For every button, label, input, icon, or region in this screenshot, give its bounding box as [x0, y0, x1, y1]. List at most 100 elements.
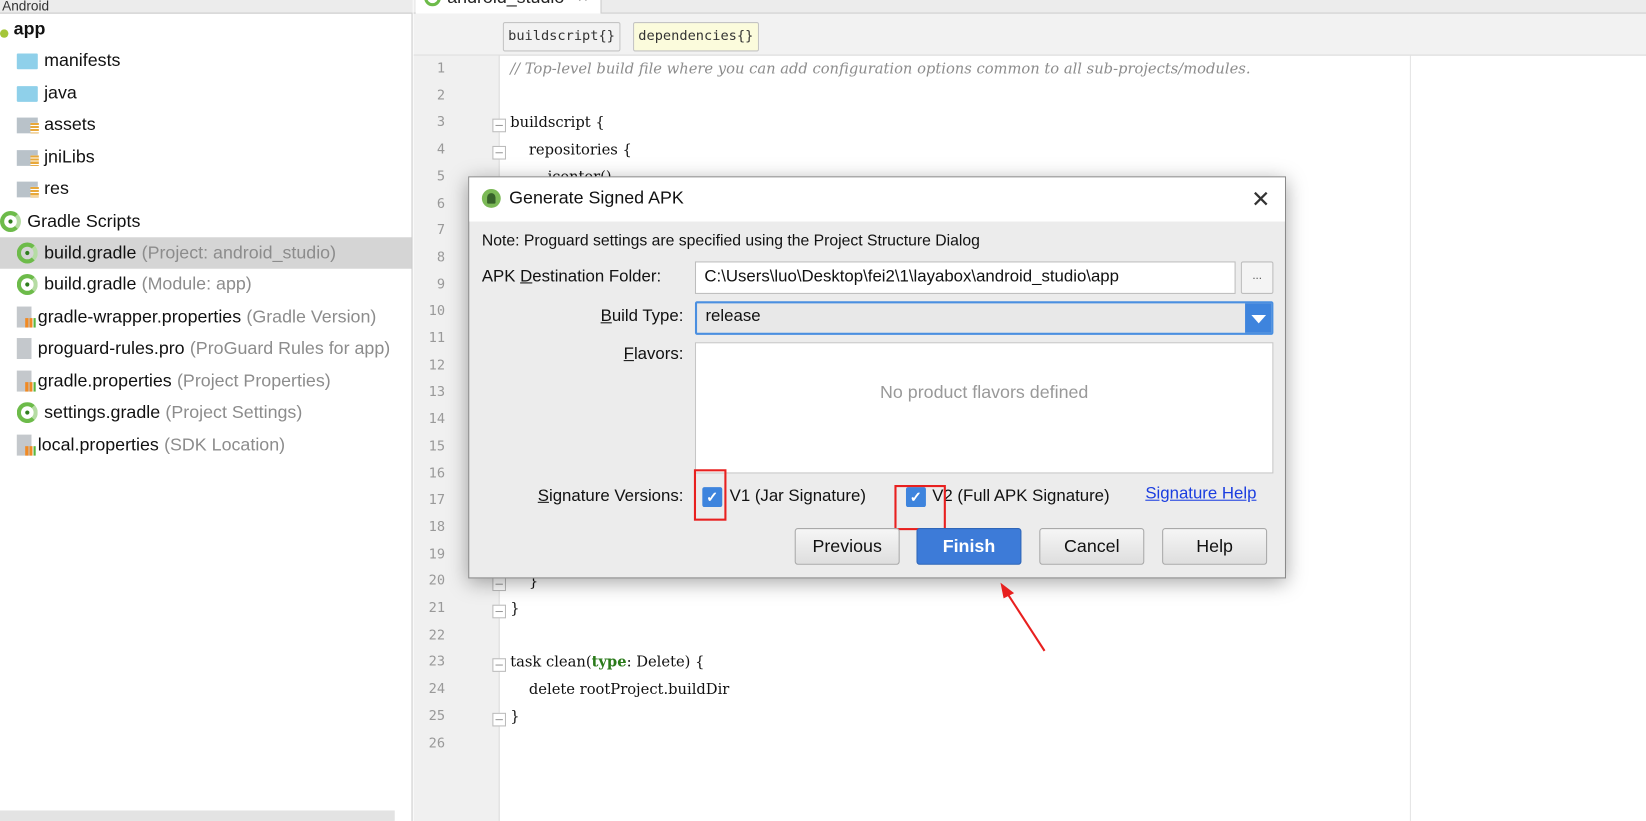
- flavors-label: Flavors:: [623, 345, 684, 364]
- gradle-icon: [16, 273, 38, 295]
- browse-button[interactable]: ...: [1240, 261, 1274, 294]
- project-tree-panel: Android app manifests java assets jniLibs res…: [0, 0, 413, 821]
- v2-label[interactable]: V2 (Full APK Signature): [932, 487, 1109, 506]
- breadcrumb-buildscript[interactable]: buildscript{}: [502, 22, 621, 52]
- tree-item[interactable]: jniLibs: [0, 142, 412, 173]
- tree-item-label: gradle-wrapper.properties: [37, 306, 242, 327]
- breadcrumb-dependencies[interactable]: dependencies{}: [633, 22, 759, 52]
- fold-icon[interactable]: [492, 712, 507, 727]
- tree-item[interactable]: res: [0, 173, 412, 204]
- line-number: 10: [428, 303, 446, 320]
- tree-item[interactable]: local.properties (SDK Location): [0, 429, 412, 460]
- line-number: 4: [436, 141, 446, 158]
- gradle-icon: [16, 242, 38, 264]
- project-view-title[interactable]: Android: [2, 0, 49, 14]
- tree-item-label: jniLibs: [44, 146, 95, 167]
- tree-item-label: manifests: [44, 50, 121, 71]
- fold-icon[interactable]: [492, 119, 507, 133]
- code-line[interactable]: delete rootProject.buildDir: [510, 681, 729, 698]
- line-number: 23: [428, 654, 446, 671]
- tree-item[interactable]: java: [0, 78, 412, 109]
- tree-item-hint: (Module: app): [141, 273, 252, 294]
- flavors-empty-text: No product flavors defined: [880, 382, 1089, 403]
- tree-item-label: app: [13, 18, 46, 39]
- code-line[interactable]: buildscript {: [510, 115, 605, 132]
- tree-item[interactable]: gradle-wrapper.properties (Gradle Version…: [0, 301, 412, 332]
- line-number: 9: [436, 276, 446, 293]
- signature-help-link[interactable]: Signature Help: [1145, 485, 1256, 504]
- build-type-label: Build Type:: [600, 307, 684, 326]
- dialog-title-bar: Generate Signed APK ✕: [469, 177, 1285, 222]
- v1-label[interactable]: V1 (Jar Signature): [730, 487, 866, 506]
- close-icon[interactable]: ✕: [1248, 186, 1273, 212]
- code-line[interactable]: // Top-level build file where you can ad…: [510, 61, 1250, 78]
- right-margin-guide: [1409, 55, 1411, 821]
- line-number: 19: [428, 546, 446, 563]
- code-line[interactable]: }: [510, 708, 519, 725]
- breadcrumb: buildscript{} dependencies{}: [413, 13, 1646, 56]
- tree-item-label: settings.gradle: [44, 402, 161, 423]
- help-button[interactable]: Help: [1162, 528, 1268, 565]
- annotation-box-v1: [693, 469, 727, 521]
- chevron-down-icon[interactable]: [1245, 303, 1272, 333]
- gradle-icon: [0, 211, 21, 233]
- finish-button[interactable]: Finish: [916, 528, 1022, 565]
- tree-item-label: proguard-rules.pro: [37, 338, 185, 358]
- line-number: 2: [436, 87, 446, 104]
- properties-icon: [16, 306, 36, 328]
- fold-icon[interactable]: [492, 658, 507, 673]
- line-number: 22: [428, 627, 446, 644]
- properties-icon: [16, 370, 36, 392]
- line-number: 12: [428, 357, 446, 374]
- tree-item[interactable]: proguard-rules.pro (ProGuard Rules for ap…: [0, 333, 412, 364]
- cancel-button[interactable]: Cancel: [1039, 528, 1145, 565]
- line-number: 14: [428, 411, 446, 428]
- code-line[interactable]: task clean(type: Delete) {: [510, 654, 704, 671]
- fold-icon[interactable]: [492, 604, 507, 619]
- tree-item[interactable]: assets: [0, 109, 412, 140]
- tree-item-hint: (Project Settings): [165, 402, 303, 423]
- line-number: 8: [436, 249, 446, 266]
- line-number: 7: [436, 222, 446, 239]
- tree-item-label: gradle.properties: [37, 370, 172, 391]
- module-icon: [0, 29, 9, 38]
- line-number: 6: [436, 195, 446, 212]
- code-line[interactable]: repositories {: [510, 142, 632, 159]
- horizontal-scrollbar[interactable]: [0, 810, 395, 821]
- tree-item-label: local.properties: [37, 434, 159, 455]
- tree-item[interactable]: gradle.properties (Project Properties): [0, 365, 412, 396]
- project-view-header: Android: [0, 0, 413, 14]
- line-number: 11: [428, 330, 446, 347]
- tree-item-label: build.gradle: [44, 242, 137, 263]
- line-number: 3: [436, 114, 446, 131]
- flavors-list[interactable]: No product flavors defined: [694, 342, 1274, 474]
- tree-item[interactable]: build.gradle (Project: android_studio): [0, 237, 412, 269]
- fold-icon[interactable]: [492, 577, 507, 592]
- line-number: 5: [436, 168, 446, 185]
- tree-item-hint: (SDK Location): [164, 434, 286, 455]
- annotation-box-v2: [894, 485, 946, 531]
- folder-icon: [16, 53, 38, 69]
- resource-folder-icon: [16, 181, 39, 197]
- line-number: 13: [428, 384, 446, 401]
- code-line[interactable]: }: [510, 600, 519, 617]
- tree-item-label: assets: [44, 114, 96, 135]
- previous-button[interactable]: Previous: [794, 528, 900, 565]
- folder-icon: [16, 85, 38, 102]
- tree-item[interactable]: app: [0, 14, 412, 45]
- fold-icon[interactable]: [492, 146, 507, 160]
- line-number: 20: [428, 573, 446, 590]
- editor-tab-bar: android_studio ×: [413, 0, 1646, 14]
- apk-destination-label: APK Destination Folder:: [481, 267, 662, 286]
- tree-item[interactable]: settings.gradle (Project Settings): [0, 397, 412, 428]
- tree-item[interactable]: build.gradle (Module: app): [0, 269, 412, 300]
- tab-close-icon[interactable]: ×: [578, 0, 588, 7]
- tree-item-label: java: [44, 82, 77, 103]
- tree-item[interactable]: manifests: [0, 45, 412, 76]
- android-studio-icon: [481, 188, 501, 208]
- editor-tab[interactable]: android_studio ×: [415, 0, 602, 14]
- build-type-select[interactable]: release: [694, 301, 1274, 335]
- apk-destination-input[interactable]: C:\Users\luo\Desktop\fei2\1\layabox\andr…: [694, 261, 1236, 294]
- tree-item[interactable]: Gradle Scripts: [0, 206, 412, 237]
- tree-item-label: build.gradle: [44, 273, 137, 294]
